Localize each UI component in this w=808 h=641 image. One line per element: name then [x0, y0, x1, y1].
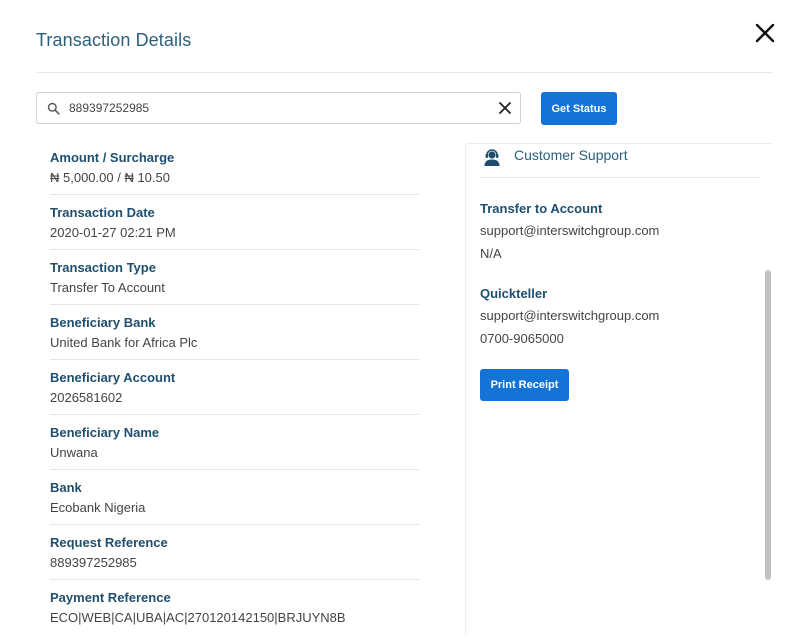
- detail-value: 2020-01-27 02:21 PM: [50, 225, 176, 240]
- clear-icon[interactable]: [498, 101, 512, 115]
- detail-value: Ecobank Nigeria: [50, 500, 146, 515]
- search-icon: [47, 102, 60, 115]
- detail-value: 889397252985: [50, 555, 137, 570]
- search-input[interactable]: [69, 97, 489, 119]
- detail-label: Beneficiary Name: [50, 425, 160, 440]
- detail-value: Transfer To Account: [50, 280, 165, 295]
- detail-value: United Bank for Africa Plc: [50, 335, 198, 350]
- detail-label: Amount / Surcharge: [50, 150, 175, 165]
- scrollbar-thumb[interactable]: [765, 270, 771, 580]
- detail-label: Bank: [50, 480, 82, 495]
- transfer-account-email: support@interswitchgroup.com: [480, 223, 660, 238]
- detail-label: Request Reference: [50, 535, 168, 550]
- detail-bank: Bank Ecobank Nigeria: [50, 477, 420, 525]
- search-box: [36, 92, 521, 124]
- detail-label: Beneficiary Account: [50, 370, 176, 385]
- support-agent-icon: [483, 147, 501, 167]
- quickteller-email: support@interswitchgroup.com: [480, 308, 660, 323]
- get-status-button[interactable]: Get Status: [541, 92, 617, 125]
- quickteller-phone: 0700-9065000: [480, 331, 564, 346]
- quickteller-label: Quickteller: [480, 286, 548, 301]
- panel-divider: [465, 144, 466, 635]
- detail-value: 2026581602: [50, 390, 123, 405]
- detail-transaction-type: Transaction Type Transfer To Account: [50, 257, 420, 305]
- detail-label: Beneficiary Bank: [50, 315, 156, 330]
- detail-beneficiary-name: Beneficiary Name Unwana: [50, 422, 420, 470]
- customer-support-header: Customer Support: [480, 144, 760, 178]
- detail-beneficiary-bank: Beneficiary Bank United Bank for Africa …: [50, 312, 420, 360]
- detail-value: ₦ 5,000.00 / ₦ 10.50: [50, 170, 170, 185]
- modal-title: Transaction Details: [36, 30, 192, 50]
- transaction-details-list: Amount / Surcharge ₦ 5,000.00 / ₦ 10.50 …: [50, 147, 420, 641]
- transfer-account-label: Transfer to Account: [480, 201, 603, 216]
- customer-support-title: Customer Support: [514, 147, 628, 163]
- detail-amount: Amount / Surcharge ₦ 5,000.00 / ₦ 10.50: [50, 147, 420, 195]
- detail-value: ECO|WEB|CA|UBA|AC|270120142150|BRJUYN8B: [50, 610, 346, 625]
- print-receipt-button[interactable]: Print Receipt: [480, 369, 569, 401]
- detail-request-reference: Request Reference 889397252985: [50, 532, 420, 580]
- detail-label: Payment Reference: [50, 590, 171, 605]
- detail-label: Transaction Date: [50, 205, 155, 220]
- detail-value: Unwana: [50, 445, 98, 460]
- detail-beneficiary-account: Beneficiary Account 2026581602: [50, 367, 420, 415]
- header-divider: [36, 72, 773, 73]
- transfer-account-phone: N/A: [480, 246, 502, 261]
- detail-transaction-date: Transaction Date 2020-01-27 02:21 PM: [50, 202, 420, 250]
- detail-payment-reference: Payment Reference ECO|WEB|CA|UBA|AC|2701…: [50, 587, 420, 634]
- close-icon[interactable]: [752, 20, 778, 46]
- detail-label: Transaction Type: [50, 260, 156, 275]
